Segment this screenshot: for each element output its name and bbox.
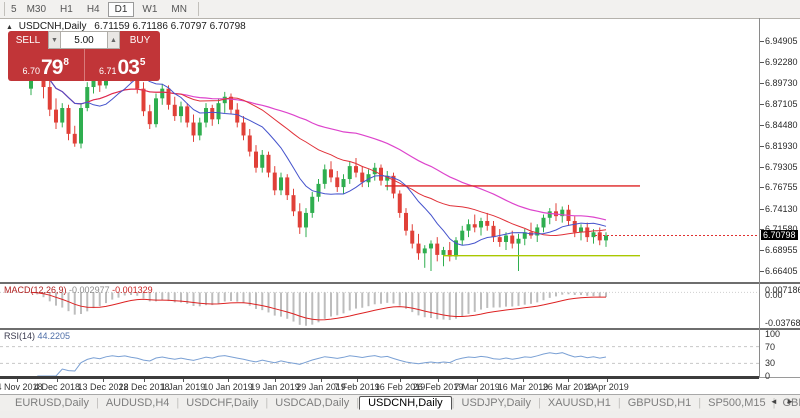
buy-price-button[interactable]: 6.71 03 5 (85, 49, 161, 81)
timeframe-button-5[interactable]: 5 (10, 3, 19, 16)
price-axis-tick (760, 125, 764, 126)
rsi-scale-label: 100 (765, 329, 780, 339)
tab-scroll-arrows: ◄ ► (770, 397, 797, 406)
chart-tab-usdcnh-daily[interactable]: USDCNH,Daily (359, 396, 452, 410)
toolbar-divider (4, 2, 5, 16)
sell-price-big: 79 (41, 58, 62, 78)
price-axis-tick (760, 271, 764, 272)
timeframe-button-MN[interactable]: MN (165, 3, 193, 16)
one-click-trading-widget: SELL ▼ 5.00 ▲ BUY 6.70 79 8 6.71 03 5 (8, 31, 160, 81)
price-axis-label: 6.94905 (765, 36, 798, 46)
sell-price-button[interactable]: 6.70 79 8 (8, 49, 85, 81)
buy-price-big: 03 (118, 58, 139, 78)
volume-increase-button[interactable]: ▲ (107, 31, 120, 49)
rsi-label: RSI(14) 44.2205 (4, 331, 70, 341)
volume-decrease-button[interactable]: ▼ (48, 31, 61, 49)
chart-tab-sp500-m15[interactable]: SP500,M15 (701, 397, 772, 409)
timeframe-toolbar: 5M30H1H4D1W1MN (0, 0, 800, 19)
chart-tab-usdjpy-daily[interactable]: USDJPY,Daily (455, 397, 539, 409)
sell-price-prefix: 6.70 (23, 66, 41, 76)
buy-price-prefix: 6.71 (99, 66, 117, 76)
sell-price-pip: 8 (63, 57, 69, 68)
rsi-scale-label: 0 (765, 371, 770, 381)
rsi-indicator-panel[interactable] (0, 330, 759, 376)
price-axis-label: 6.92280 (765, 57, 798, 67)
price-axis-label: 6.81930 (765, 141, 798, 151)
macd-scale-zero: 0.00 (765, 290, 783, 300)
tab-scroll-left-icon[interactable]: ◄ (770, 397, 781, 406)
chart-bottom-separator (0, 376, 759, 379)
rsi-scale-label: 30 (765, 358, 775, 368)
chart-tab-gbpusd-h1[interactable]: GBPUSD,H1 (621, 397, 699, 409)
tab-scroll-right-icon[interactable]: ► (786, 397, 797, 406)
chart-tab-usdcad-daily[interactable]: USDCAD,Daily (268, 397, 356, 409)
price-axis-label: 6.76755 (765, 182, 798, 192)
timeframe-button-M30[interactable]: M30 (21, 3, 52, 16)
trading-platform-window: 5M30H1H4D1W1MN ▲ USDCNH,Daily 6.71159 6.… (0, 0, 800, 418)
buy-button[interactable]: BUY (120, 31, 160, 49)
timeframe-button-W1[interactable]: W1 (136, 3, 163, 16)
price-axis-label: 6.66405 (765, 266, 798, 276)
price-axis-tick (760, 104, 764, 105)
timeframe-button-H1[interactable]: H1 (54, 3, 79, 16)
volume-input[interactable]: 5.00 (61, 31, 107, 49)
price-axis-tick (760, 167, 764, 168)
chart-tab-xauusd-h1[interactable]: XAUUSD,H1 (541, 397, 618, 409)
rsi-scale-label: 70 (765, 342, 775, 352)
price-axis-tick (760, 187, 764, 188)
price-axis-tick (760, 62, 764, 63)
chart-tab-usdchf-daily[interactable]: USDCHF,Daily (179, 397, 265, 409)
collapse-chart-icon[interactable]: ▲ (6, 24, 13, 31)
price-axis-tick (760, 83, 764, 84)
sell-button[interactable]: SELL (8, 31, 48, 49)
timeframe-button-D1[interactable]: D1 (108, 2, 135, 17)
price-axis-label: 6.84480 (765, 120, 798, 130)
price-axis-tick (760, 250, 764, 251)
current-price-tag: 6.70798 (761, 230, 798, 240)
price-axis-label: 6.89730 (765, 78, 798, 88)
macd-label: MACD(12,26,9) -0.002977 -0.001329 (4, 285, 153, 295)
timeframe-button-H4[interactable]: H4 (81, 3, 106, 16)
price-axis-label: 6.68955 (765, 245, 798, 255)
chart-tab-bar: EURUSD,Daily|AUDUSD,H4|USDCHF,Daily|USDC… (0, 394, 800, 411)
price-axis-tick (760, 41, 764, 42)
price-axis-label: 6.79305 (765, 162, 798, 172)
buy-price-pip: 5 (140, 57, 146, 68)
chart-tab-audusd-h4[interactable]: AUDUSD,H4 (99, 397, 177, 409)
price-axis-tick (760, 146, 764, 147)
date-axis-label: 4 Apr 2019 (572, 382, 642, 392)
price-axis-label: 6.87105 (765, 99, 798, 109)
chart-tab-eurusd-daily[interactable]: EURUSD,Daily (8, 397, 96, 409)
price-scale-border (759, 18, 760, 377)
macd-scale-bottom: -0.037688 (765, 318, 800, 328)
status-strip (0, 411, 800, 418)
toolbar-divider (198, 2, 199, 16)
price-axis-label: 6.74130 (765, 204, 798, 214)
price-axis-tick (760, 209, 764, 210)
